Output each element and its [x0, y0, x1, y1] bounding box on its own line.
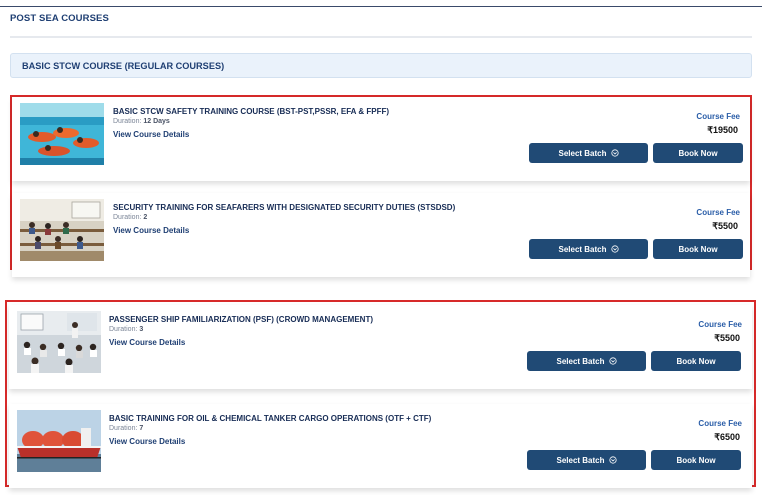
view-course-details-link[interactable]: View Course Details [109, 338, 185, 347]
course-card: SECURITY TRAINING FOR SEAFARERS WITH DES… [12, 193, 750, 277]
course-title: SECURITY TRAINING FOR SEAFARERS WITH DES… [113, 203, 456, 212]
gas-tanker-ship-photo [17, 410, 101, 472]
course-fee-label: Course Fee [698, 419, 742, 428]
page-title: POST SEA COURSES [10, 13, 109, 24]
section-header: BASIC STCW COURSE (REGULAR COURSES) [10, 53, 752, 78]
course-card: BASIC STCW SAFETY TRAINING COURSE (BST-P… [12, 97, 750, 181]
pool-survival-training-photo [20, 103, 104, 165]
select-batch-button[interactable]: Select Batch [529, 143, 648, 163]
course-fee-value: ₹5500 [714, 333, 740, 343]
chevron-down-circle-icon [608, 357, 617, 365]
course-card: BASIC TRAINING FOR OIL & CHEMICAL TANKER… [9, 404, 752, 488]
top-divider [0, 6, 762, 7]
view-course-details-link[interactable]: View Course Details [113, 130, 189, 139]
course-thumbnail [20, 103, 104, 165]
course-card: PASSENGER SHIP FAMILIARIZATION (PSF) (CR… [9, 305, 752, 389]
course-thumbnail [17, 311, 101, 373]
course-duration: Duration: 2 [113, 214, 148, 221]
book-now-button[interactable]: Book Now [651, 351, 741, 371]
course-duration: Duration: 12 Days [113, 118, 170, 125]
select-batch-button[interactable]: Select Batch [527, 450, 646, 470]
course-thumbnail [20, 199, 104, 261]
chevron-down-circle-icon [610, 149, 619, 157]
select-batch-button[interactable]: Select Batch [527, 351, 646, 371]
course-fee-label: Course Fee [696, 112, 740, 121]
book-now-button[interactable]: Book Now [653, 239, 743, 259]
lecture-hall-photo [17, 311, 101, 373]
course-thumbnail [17, 410, 101, 472]
view-course-details-link[interactable]: View Course Details [113, 226, 189, 235]
course-fee-label: Course Fee [698, 320, 742, 329]
course-title: BASIC TRAINING FOR OIL & CHEMICAL TANKER… [109, 414, 432, 423]
course-fee-value: ₹6500 [714, 432, 740, 442]
book-now-button[interactable]: Book Now [651, 450, 741, 470]
course-duration: Duration: 7 [109, 425, 144, 432]
highlight-group-2: PASSENGER SHIP FAMILIARIZATION (PSF) (CR… [5, 300, 756, 488]
course-title: BASIC STCW SAFETY TRAINING COURSE (BST-P… [113, 107, 390, 116]
course-fee-value: ₹5500 [712, 221, 738, 231]
course-fee-label: Course Fee [696, 208, 740, 217]
chevron-down-circle-icon [608, 456, 617, 464]
book-now-button[interactable]: Book Now [653, 143, 743, 163]
select-batch-button[interactable]: Select Batch [529, 239, 648, 259]
highlight-group-1: BASIC STCW SAFETY TRAINING COURSE (BST-P… [10, 95, 752, 277]
section-title: BASIC STCW COURSE (REGULAR COURSES) [22, 61, 225, 71]
course-fee-value: ₹19500 [707, 125, 738, 135]
classroom-photo [20, 199, 104, 261]
course-duration: Duration: 3 [109, 326, 144, 333]
chevron-down-circle-icon [610, 245, 619, 253]
view-course-details-link[interactable]: View Course Details [109, 437, 185, 446]
course-title: PASSENGER SHIP FAMILIARIZATION (PSF) (CR… [109, 315, 373, 324]
title-divider [10, 36, 752, 38]
